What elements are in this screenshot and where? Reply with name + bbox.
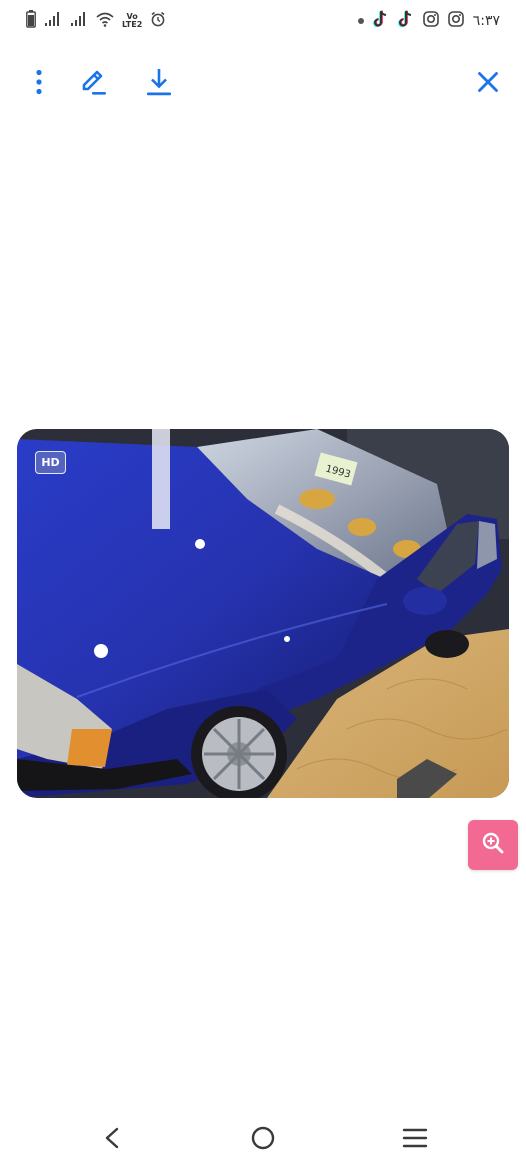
download-icon	[145, 67, 173, 101]
instagram-icon	[447, 11, 464, 31]
more-vert-icon	[35, 69, 43, 99]
signal-icon	[44, 11, 62, 31]
status-bar: Vo LTE2 ٦:٣٧	[0, 0, 526, 42]
zoom-in-icon	[481, 831, 505, 859]
car-photo[interactable]: 1993 HD	[17, 429, 509, 798]
close-button[interactable]	[470, 66, 506, 102]
download-button[interactable]	[141, 66, 177, 102]
recents-icon	[402, 1127, 428, 1153]
tiktok-icon	[397, 10, 414, 32]
more-options-button[interactable]	[21, 66, 57, 102]
tiktok-icon	[372, 10, 389, 32]
system-nav-bar	[0, 1110, 526, 1169]
zoom-in-button[interactable]	[468, 820, 518, 870]
instagram-icon	[422, 11, 439, 31]
home-icon	[250, 1125, 276, 1155]
car-photo-image: 1993	[17, 429, 509, 798]
back-button[interactable]	[92, 1122, 132, 1158]
close-icon	[477, 71, 499, 97]
volte-icon: Vo LTE2	[122, 12, 143, 29]
alarm-icon	[150, 11, 166, 31]
signal-icon	[70, 11, 88, 31]
edit-icon	[80, 68, 108, 100]
hd-badge: HD	[35, 451, 66, 474]
wifi-icon	[96, 11, 114, 31]
back-icon	[103, 1127, 121, 1153]
image-viewer-toolbar	[0, 60, 526, 106]
home-button[interactable]	[243, 1122, 283, 1158]
edit-button[interactable]	[76, 66, 112, 102]
notification-dot	[357, 18, 364, 24]
recents-button[interactable]	[395, 1122, 435, 1158]
battery-icon	[26, 10, 36, 32]
clock-time: ٦:٣٧	[472, 13, 500, 29]
